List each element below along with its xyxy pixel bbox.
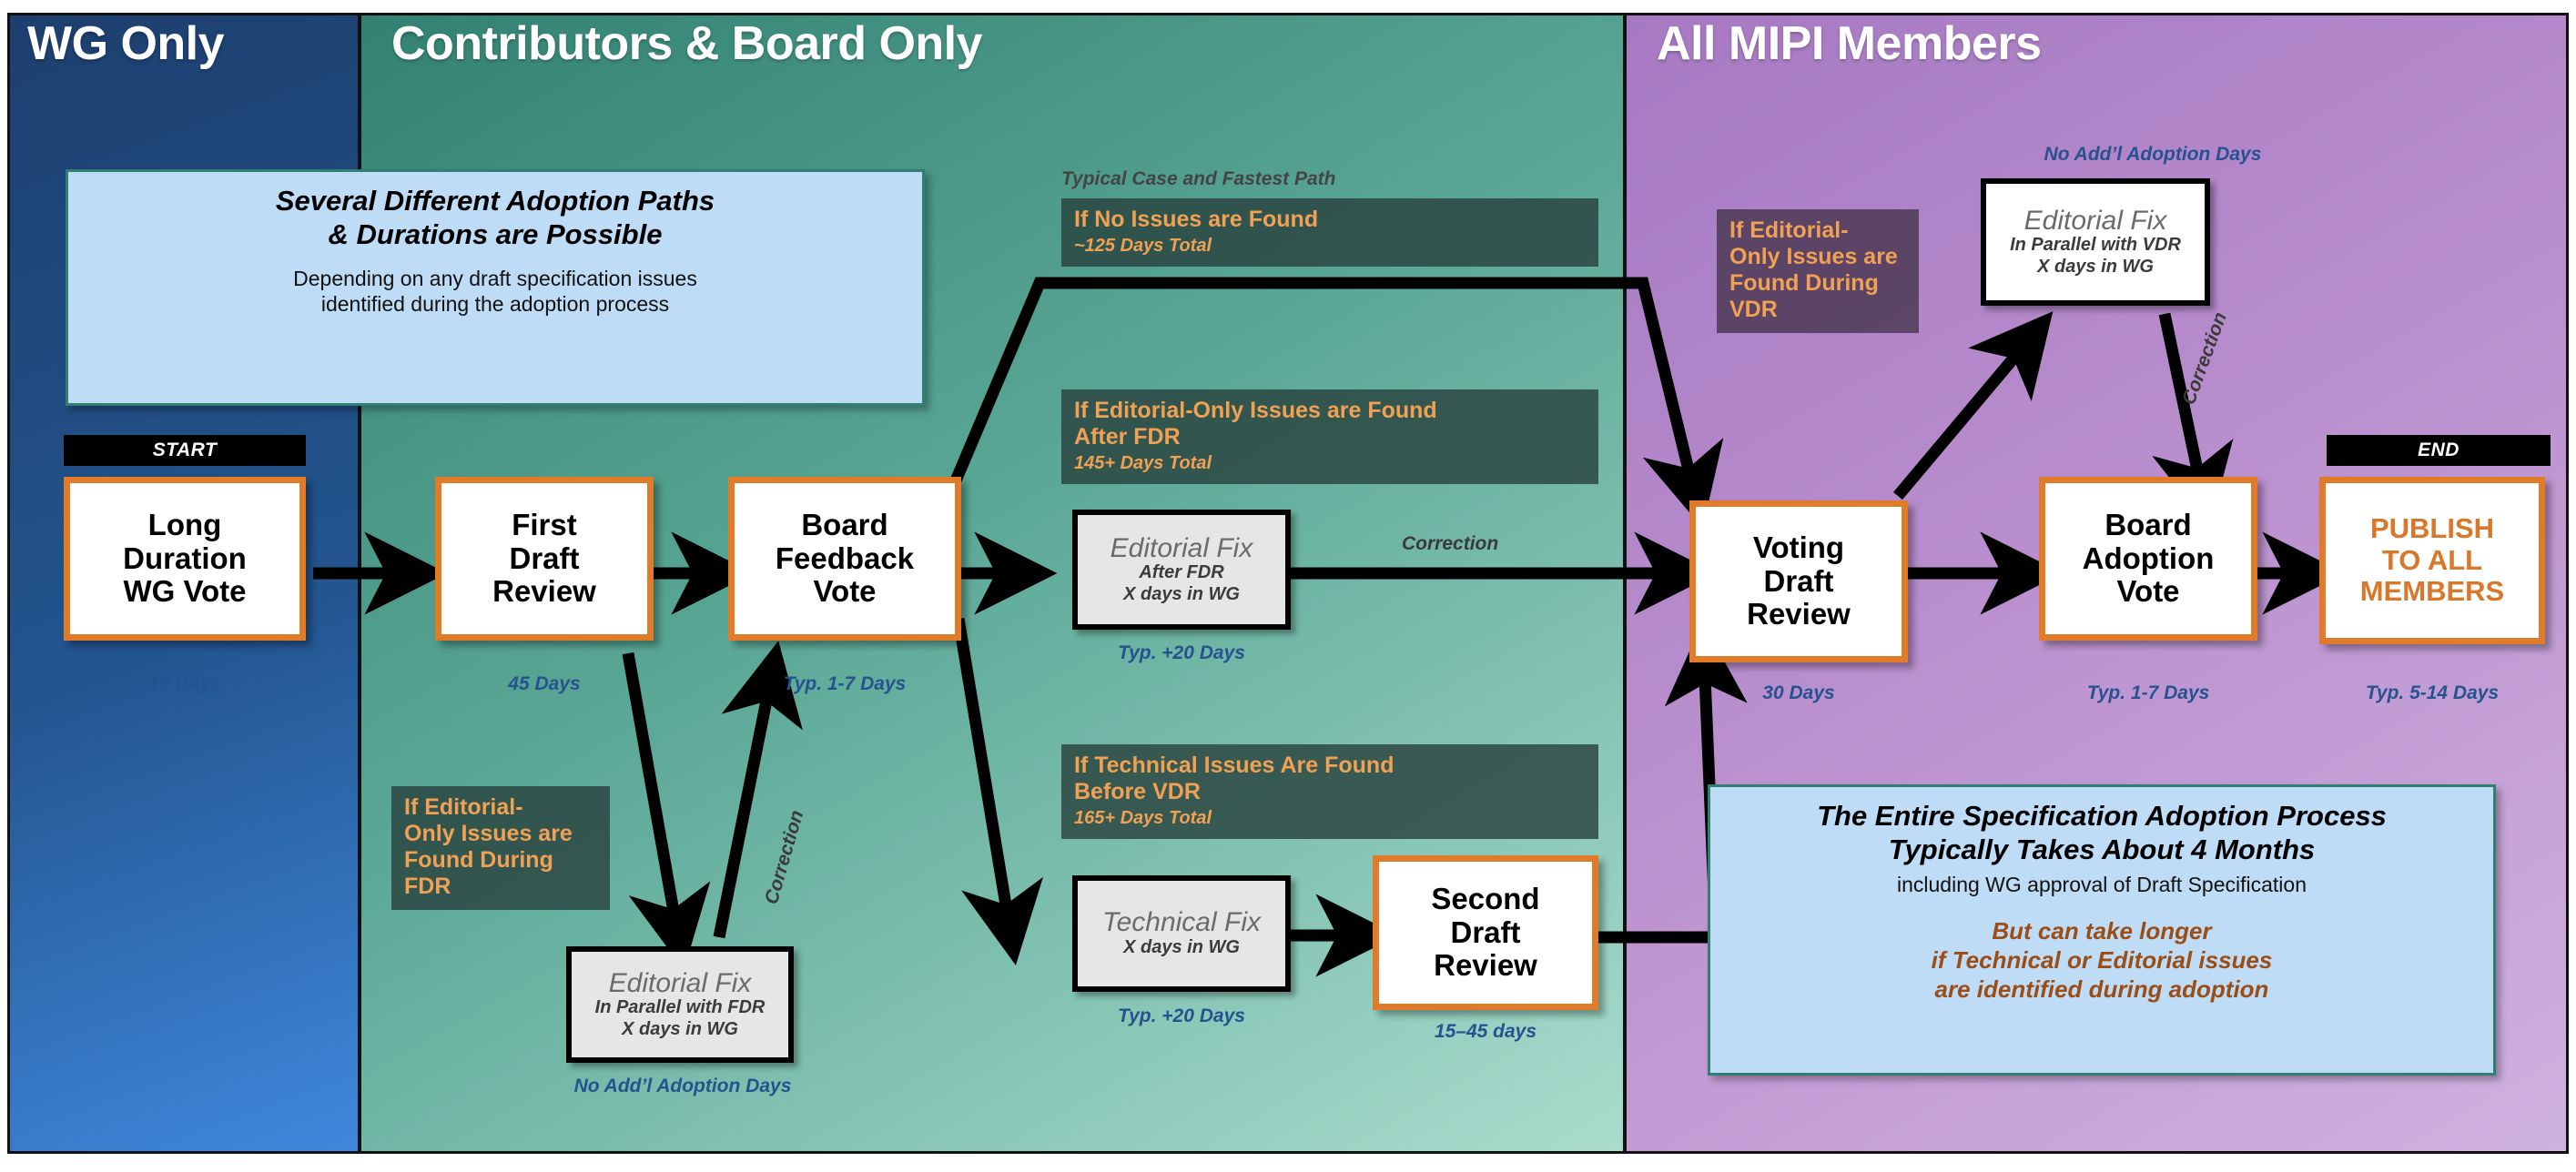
duration-board-adoption-vote: Typ. 1-7 Days — [2086, 682, 2210, 703]
callout-right-warn-line1: But can take longer — [1992, 917, 2212, 945]
note-editorial-after-fdr-line1: If Editorial-Only Issues are Found — [1074, 398, 1437, 423]
callout-left-sub-line1: Depending on any draft specification iss… — [293, 267, 697, 291]
fix-box-technical-fix-title: Technical Fix — [1102, 907, 1261, 938]
duration-second-draft-review: 15–45 days — [1434, 1021, 1537, 1042]
note-editorial-during-fdr-line3: Found During — [404, 847, 553, 873]
process-box-board-adoption-vote-label: Board Adoption Vote — [2082, 507, 2215, 609]
duration-long-duration-wg-vote: 10 Days — [148, 673, 221, 694]
process-box-publish-to-all-members[interactable]: PUBLISH TO ALL MEMBERS — [2319, 477, 2545, 644]
diagram-canvas: WG Only Contributors & Board Only All MI… — [0, 0, 2576, 1172]
duration-editorial-fix-parallel-fdr: No Add’l Adoption Days — [573, 1076, 792, 1096]
callout-right-sub-line1: including WG approval of Draft Specifica… — [1897, 873, 2307, 897]
fix-box-technical-fix-line1: X days in WG — [1123, 936, 1240, 957]
duration-publish-to-all-members: Typ. 5-14 Days — [2365, 682, 2500, 703]
callout-right-head-line2: Typically Takes About 4 Months — [1888, 833, 2316, 865]
fix-box-editorial-fix-parallel-vdr-title: Editorial Fix — [2023, 205, 2167, 236]
duration-editorial-fix-parallel-vdr: No Add’l Adoption Days — [2044, 144, 2262, 165]
fix-box-editorial-fix-parallel-fdr-line2: X days in WG — [622, 1018, 738, 1039]
end-label: END — [2327, 435, 2551, 466]
process-box-board-feedback-vote[interactable]: Board Feedback Vote — [728, 477, 961, 641]
note-editorial-during-vdr-line1: If Editorial- — [1729, 217, 1849, 243]
process-box-long-duration-wg-vote-label: Long Duration WG Vote — [123, 507, 247, 609]
process-box-second-draft-review-label: Second Draft Review — [1431, 881, 1540, 983]
process-box-second-draft-review[interactable]: Second Draft Review — [1373, 855, 1598, 1010]
note-editorial-during-vdr-line2: Only Issues are — [1729, 244, 1898, 269]
fix-box-editorial-fix-after-fdr[interactable]: Editorial Fix After FDR X days in WG — [1072, 510, 1291, 630]
note-editorial-during-vdr-line3: Found During — [1729, 270, 1879, 296]
swimlane-title-all-mipi-members: All MIPI Members — [1657, 17, 2042, 70]
note-editorial-after-fdr-sub: 145+ Days Total — [1074, 453, 1212, 473]
fix-box-editorial-fix-parallel-fdr[interactable]: Editorial Fix In Parallel with FDR X day… — [566, 946, 794, 1063]
note-editorial-during-fdr-line4: FDR — [404, 874, 451, 899]
note-technical-before-vdr-line1: If Technical Issues Are Found — [1074, 753, 1394, 778]
caption-fastest-path: Typical Case and Fastest Path — [1061, 168, 1336, 189]
swimlane-title-contributors-board: Contributors & Board Only — [391, 17, 983, 70]
duration-technical-fix: Typ. +20 Days — [1118, 1005, 1245, 1026]
process-box-first-draft-review-label: First Draft Review — [492, 507, 596, 609]
callout-entire-process-duration: The Entire Specification Adoption Proces… — [1708, 784, 2496, 1076]
callout-left-sub-line2: identified during the adoption process — [320, 292, 670, 317]
process-box-voting-draft-review-label: Voting Draft Review — [1747, 530, 1851, 631]
callout-right-head-line1: The Entire Specification Adoption Proces… — [1817, 800, 2387, 832]
callout-left-head-line2: & Durations are Possible — [328, 217, 663, 250]
note-editorial-during-vdr: If Editorial- Only Issues are Found Duri… — [1717, 209, 1919, 333]
swimlane-title-wg-only: WG Only — [27, 17, 225, 70]
duration-board-feedback-vote: Typ. 1-7 Days — [783, 673, 907, 694]
process-box-board-feedback-vote-label: Board Feedback Vote — [775, 507, 915, 609]
callout-right-warn-line2: if Technical or Editorial issues — [1931, 945, 2273, 974]
fix-box-editorial-fix-parallel-fdr-title: Editorial Fix — [608, 967, 752, 998]
edge-label-correction-after-fdr: Correction — [1402, 533, 1499, 554]
process-box-board-adoption-vote[interactable]: Board Adoption Vote — [2039, 477, 2257, 641]
process-box-voting-draft-review[interactable]: Voting Draft Review — [1689, 500, 1908, 662]
note-no-issues-sub: ~125 Days Total — [1074, 236, 1212, 256]
note-no-issues-found: If No Issues are Found ~125 Days Total — [1061, 198, 1598, 267]
note-editorial-during-fdr: If Editorial- Only Issues are Found Duri… — [391, 786, 610, 910]
process-box-first-draft-review[interactable]: First Draft Review — [435, 477, 654, 641]
duration-editorial-fix-after-fdr: Typ. +20 Days — [1118, 642, 1245, 663]
note-technical-before-vdr: If Technical Issues Are Found Before VDR… — [1061, 744, 1598, 839]
callout-adoption-paths: Several Different Adoption Paths & Durat… — [66, 169, 925, 406]
duration-voting-draft-review: 30 Days — [1762, 682, 1835, 703]
note-editorial-after-fdr-line2: After FDR — [1074, 424, 1181, 450]
note-no-issues-head: If No Issues are Found — [1074, 207, 1319, 232]
note-editorial-during-fdr-line1: If Editorial- — [404, 794, 523, 820]
fix-box-editorial-fix-parallel-vdr[interactable]: Editorial Fix In Parallel with VDR X day… — [1981, 178, 2210, 306]
fix-box-editorial-fix-after-fdr-title: Editorial Fix — [1110, 532, 1253, 563]
start-label: START — [64, 435, 306, 466]
fix-box-editorial-fix-parallel-fdr-line1: In Parallel with FDR — [594, 997, 766, 1018]
fix-box-editorial-fix-parallel-vdr-line2: X days in WG — [2037, 256, 2154, 277]
duration-first-draft-review: 45 Days — [508, 673, 581, 694]
fix-box-editorial-fix-after-fdr-line1: After FDR — [1139, 562, 1224, 583]
note-technical-before-vdr-line2: Before VDR — [1074, 779, 1201, 804]
note-technical-before-vdr-sub: 165+ Days Total — [1074, 808, 1212, 828]
note-editorial-during-fdr-line2: Only Issues are — [404, 821, 573, 846]
fix-box-technical-fix[interactable]: Technical Fix X days in WG — [1072, 875, 1291, 992]
process-box-publish-to-all-members-label: PUBLISH TO ALL MEMBERS — [2359, 511, 2505, 608]
note-editorial-during-vdr-line4: VDR — [1729, 297, 1778, 322]
fix-box-editorial-fix-after-fdr-line2: X days in WG — [1123, 583, 1240, 604]
note-editorial-after-fdr: If Editorial-Only Issues are Found After… — [1061, 389, 1598, 484]
process-box-long-duration-wg-vote[interactable]: Long Duration WG Vote — [64, 477, 306, 641]
fix-box-editorial-fix-parallel-vdr-line1: In Parallel with VDR — [2010, 235, 2181, 256]
callout-left-head-line1: Several Different Adoption Paths — [275, 185, 715, 217]
callout-right-warn-line3: are identified during adoption — [1934, 975, 2269, 1003]
